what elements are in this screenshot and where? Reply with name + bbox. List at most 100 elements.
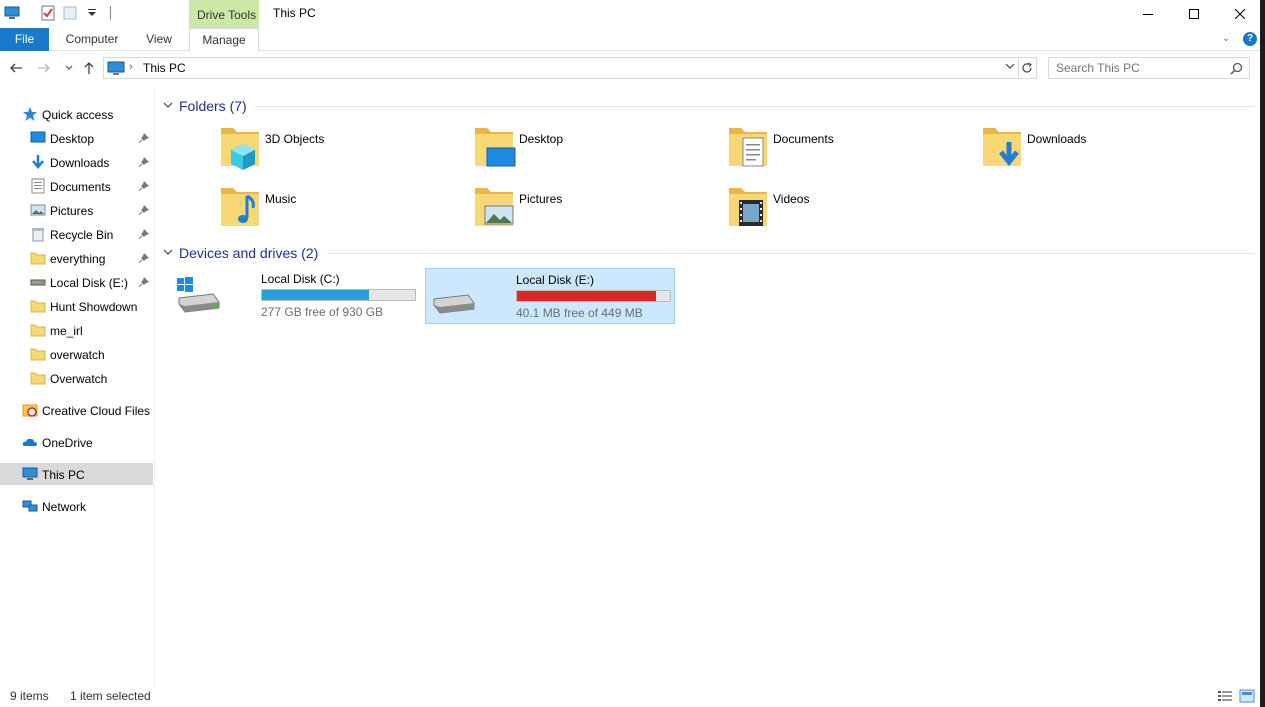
folder-tile-videos[interactable]: Videos (725, 180, 975, 236)
maximize-button[interactable] (1171, 0, 1217, 28)
address-dropdown-icon[interactable] (1005, 61, 1015, 74)
navigation-bar: › This PC (0, 52, 1265, 85)
search-box[interactable] (1048, 57, 1250, 79)
drives-group-header[interactable]: Devices and drives (2) (163, 243, 318, 263)
sidebar-item-overwatch[interactable]: overwatch (0, 343, 153, 365)
sidebar-item-me-irl[interactable]: me_irl (0, 319, 153, 341)
folder-icon (30, 322, 46, 338)
collapse-chevron-icon[interactable] (163, 100, 173, 113)
pane-splitter[interactable] (154, 88, 155, 688)
large-icons-view-button[interactable] (1239, 689, 1255, 703)
sidebar-item-creative-cloud[interactable]: Creative Cloud Files (0, 399, 153, 421)
pin-icon[interactable] (138, 204, 149, 218)
folder-tile-downloads[interactable]: Downloads (979, 120, 1229, 176)
recent-locations-button[interactable] (61, 60, 77, 76)
tab-view[interactable]: View (138, 28, 180, 51)
sidebar-item-label: overwatch (50, 348, 105, 362)
title-bar: Drive Tools This PC (0, 0, 1265, 28)
sidebar-item-label: Hunt Showdown (50, 300, 138, 314)
search-icon[interactable] (1230, 62, 1243, 78)
folder-tile-desktop[interactable]: Desktop (471, 120, 721, 176)
collapse-chevron-icon[interactable] (163, 247, 173, 260)
sidebar-item-downloads[interactable]: Downloads (0, 151, 153, 173)
help-icon[interactable]: ? (1243, 32, 1257, 46)
folder-tile-3d-objects[interactable]: 3D Objects (217, 120, 467, 176)
sidebar-item-local-disk-e[interactable]: Local Disk (E:) (0, 271, 153, 293)
group-divider (327, 253, 1254, 254)
pin-icon[interactable] (138, 180, 149, 194)
new-folder-icon[interactable] (62, 5, 78, 21)
drive-tile-local-disk-c[interactable]: Local Disk (C:) 277 GB free of 930 GB (171, 268, 421, 324)
tab-manage[interactable]: Manage (189, 28, 259, 52)
sidebar-item-label: Recycle Bin (50, 228, 114, 242)
folder-label: Desktop (519, 132, 564, 146)
pin-icon[interactable] (138, 132, 149, 146)
sidebar-item-overwatch[interactable]: Overwatch (0, 367, 153, 389)
sidebar-item-recycle-bin[interactable]: Recycle Bin (0, 223, 153, 245)
folder-icon (30, 370, 46, 386)
properties-icon[interactable] (40, 5, 56, 21)
folders-group-header[interactable]: Folders (7) (163, 96, 247, 116)
drive-free-space: 277 GB free of 930 GB (261, 305, 384, 319)
sidebar-item-label: OneDrive (42, 436, 93, 450)
tab-computer[interactable]: Computer (58, 28, 126, 51)
sidebar-item-everything[interactable]: everything (0, 247, 153, 269)
drive-usage-bar (516, 290, 671, 302)
up-button[interactable] (81, 60, 97, 76)
tab-file[interactable]: File (0, 28, 49, 51)
refresh-button[interactable] (1018, 57, 1037, 79)
minimize-button[interactable] (1125, 0, 1171, 28)
customize-toolbar-icon[interactable] (84, 5, 100, 21)
pin-icon[interactable] (138, 276, 149, 290)
address-bar[interactable]: › This PC (103, 57, 1019, 79)
close-button[interactable] (1217, 0, 1263, 28)
sidebar-item-label: Creative Cloud Files (42, 404, 151, 418)
drive-usage-bar (261, 289, 416, 301)
drive-usage-fill (262, 290, 370, 300)
downloads-folder-icon (981, 122, 1029, 170)
search-input[interactable] (1056, 58, 1231, 78)
pin-icon[interactable] (138, 156, 149, 170)
drive-tile-local-disk-e[interactable]: Local Disk (E:) 40.1 MB free of 449 MB (425, 268, 675, 324)
details-view-icon (1218, 691, 1232, 701)
pin-icon[interactable] (138, 228, 149, 242)
sidebar-item-label: Local Disk (E:) (50, 276, 129, 290)
sidebar-item-desktop[interactable]: Desktop (0, 127, 153, 149)
sidebar-item-label: Downloads (50, 156, 110, 170)
refresh-icon (1022, 62, 1032, 73)
back-button[interactable] (8, 60, 24, 76)
sidebar-item-pictures[interactable]: Pictures (0, 199, 153, 221)
sidebar-item-hunt-showdown[interactable]: Hunt Showdown (0, 295, 153, 317)
content-area: Folders (7) 3D Objects Desktop Documents Do… (157, 90, 1257, 685)
back-arrow-icon (10, 63, 22, 73)
desktop-folder-icon (473, 122, 521, 170)
sidebar-item-label: Overwatch (50, 372, 108, 386)
pictures-icon (30, 202, 46, 218)
sidebar-item-label: Pictures (50, 204, 94, 218)
drive-tools-label: Drive Tools (197, 8, 257, 22)
folder-tile-pictures[interactable]: Pictures (471, 180, 721, 236)
pin-icon[interactable] (138, 252, 149, 266)
3d-objects-icon (219, 122, 267, 170)
folder-tile-music[interactable]: Music (217, 180, 467, 236)
details-view-button[interactable] (1217, 689, 1233, 703)
breadcrumb-chevron-icon[interactable]: › (129, 61, 133, 73)
sidebar-item-this-pc[interactable]: This PC (0, 463, 153, 485)
drive-free-space: 40.1 MB free of 449 MB (516, 306, 643, 320)
folders-group-title: Folders (7) (179, 98, 247, 114)
computer-icon[interactable] (4, 5, 20, 21)
sidebar-item-quick-access[interactable]: Quick access (0, 103, 153, 125)
expand-ribbon-icon[interactable]: ⌄ (1222, 33, 1230, 44)
drive-name: Local Disk (E:) (516, 273, 595, 287)
forward-button[interactable] (36, 60, 52, 76)
minimize-icon (1143, 14, 1153, 15)
maximize-icon (1189, 9, 1199, 19)
sidebar-item-onedrive[interactable]: OneDrive (0, 431, 153, 453)
sidebar-item-documents[interactable]: Documents (0, 175, 153, 197)
folder-tile-documents[interactable]: Documents (725, 120, 975, 176)
large-icons-view-icon (1239, 689, 1255, 703)
breadcrumb-this-pc[interactable]: This PC (143, 61, 186, 75)
videos-folder-icon (727, 182, 775, 230)
sidebar-item-network[interactable]: Network (0, 495, 153, 517)
group-divider (254, 106, 1254, 107)
